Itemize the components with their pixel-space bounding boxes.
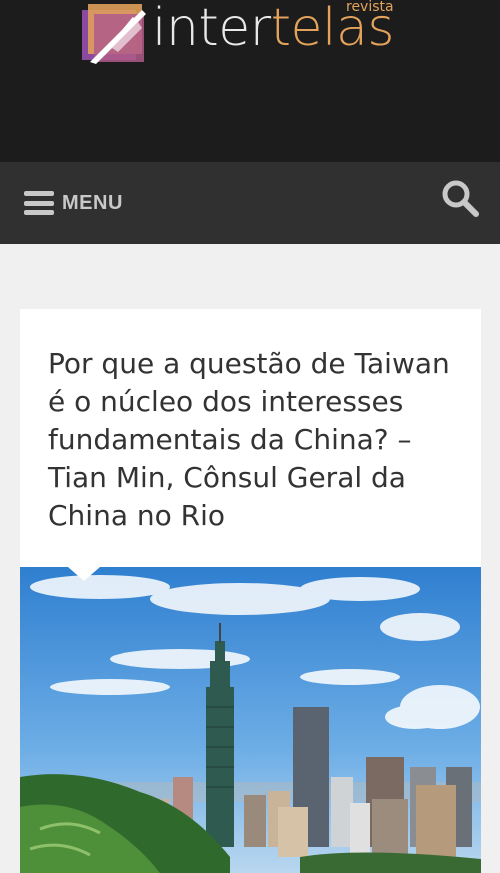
hamburger-icon — [24, 191, 54, 215]
menu-label: MENU — [62, 191, 123, 214]
navigation-bar: MENU — [0, 162, 500, 244]
quill-pen-logo-icon — [82, 4, 146, 64]
article-title[interactable]: Por que a questão de Taiwan é o núcleo d… — [48, 345, 458, 535]
site-header: intertelas revista — [0, 0, 500, 162]
search-icon — [442, 180, 479, 217]
article-featured-image[interactable] — [20, 567, 481, 873]
logo-subtitle: revista — [346, 0, 394, 15]
image-notch — [68, 567, 100, 581]
taipei-skyline-image — [20, 567, 481, 873]
logo-word-prefix: inter — [152, 0, 271, 58]
menu-button[interactable]: MENU — [24, 184, 123, 222]
search-button[interactable] — [440, 178, 480, 218]
article-card: Por que a questão de Taiwan é o núcleo d… — [20, 309, 481, 873]
site-logo[interactable]: intertelas revista — [80, 0, 410, 72]
